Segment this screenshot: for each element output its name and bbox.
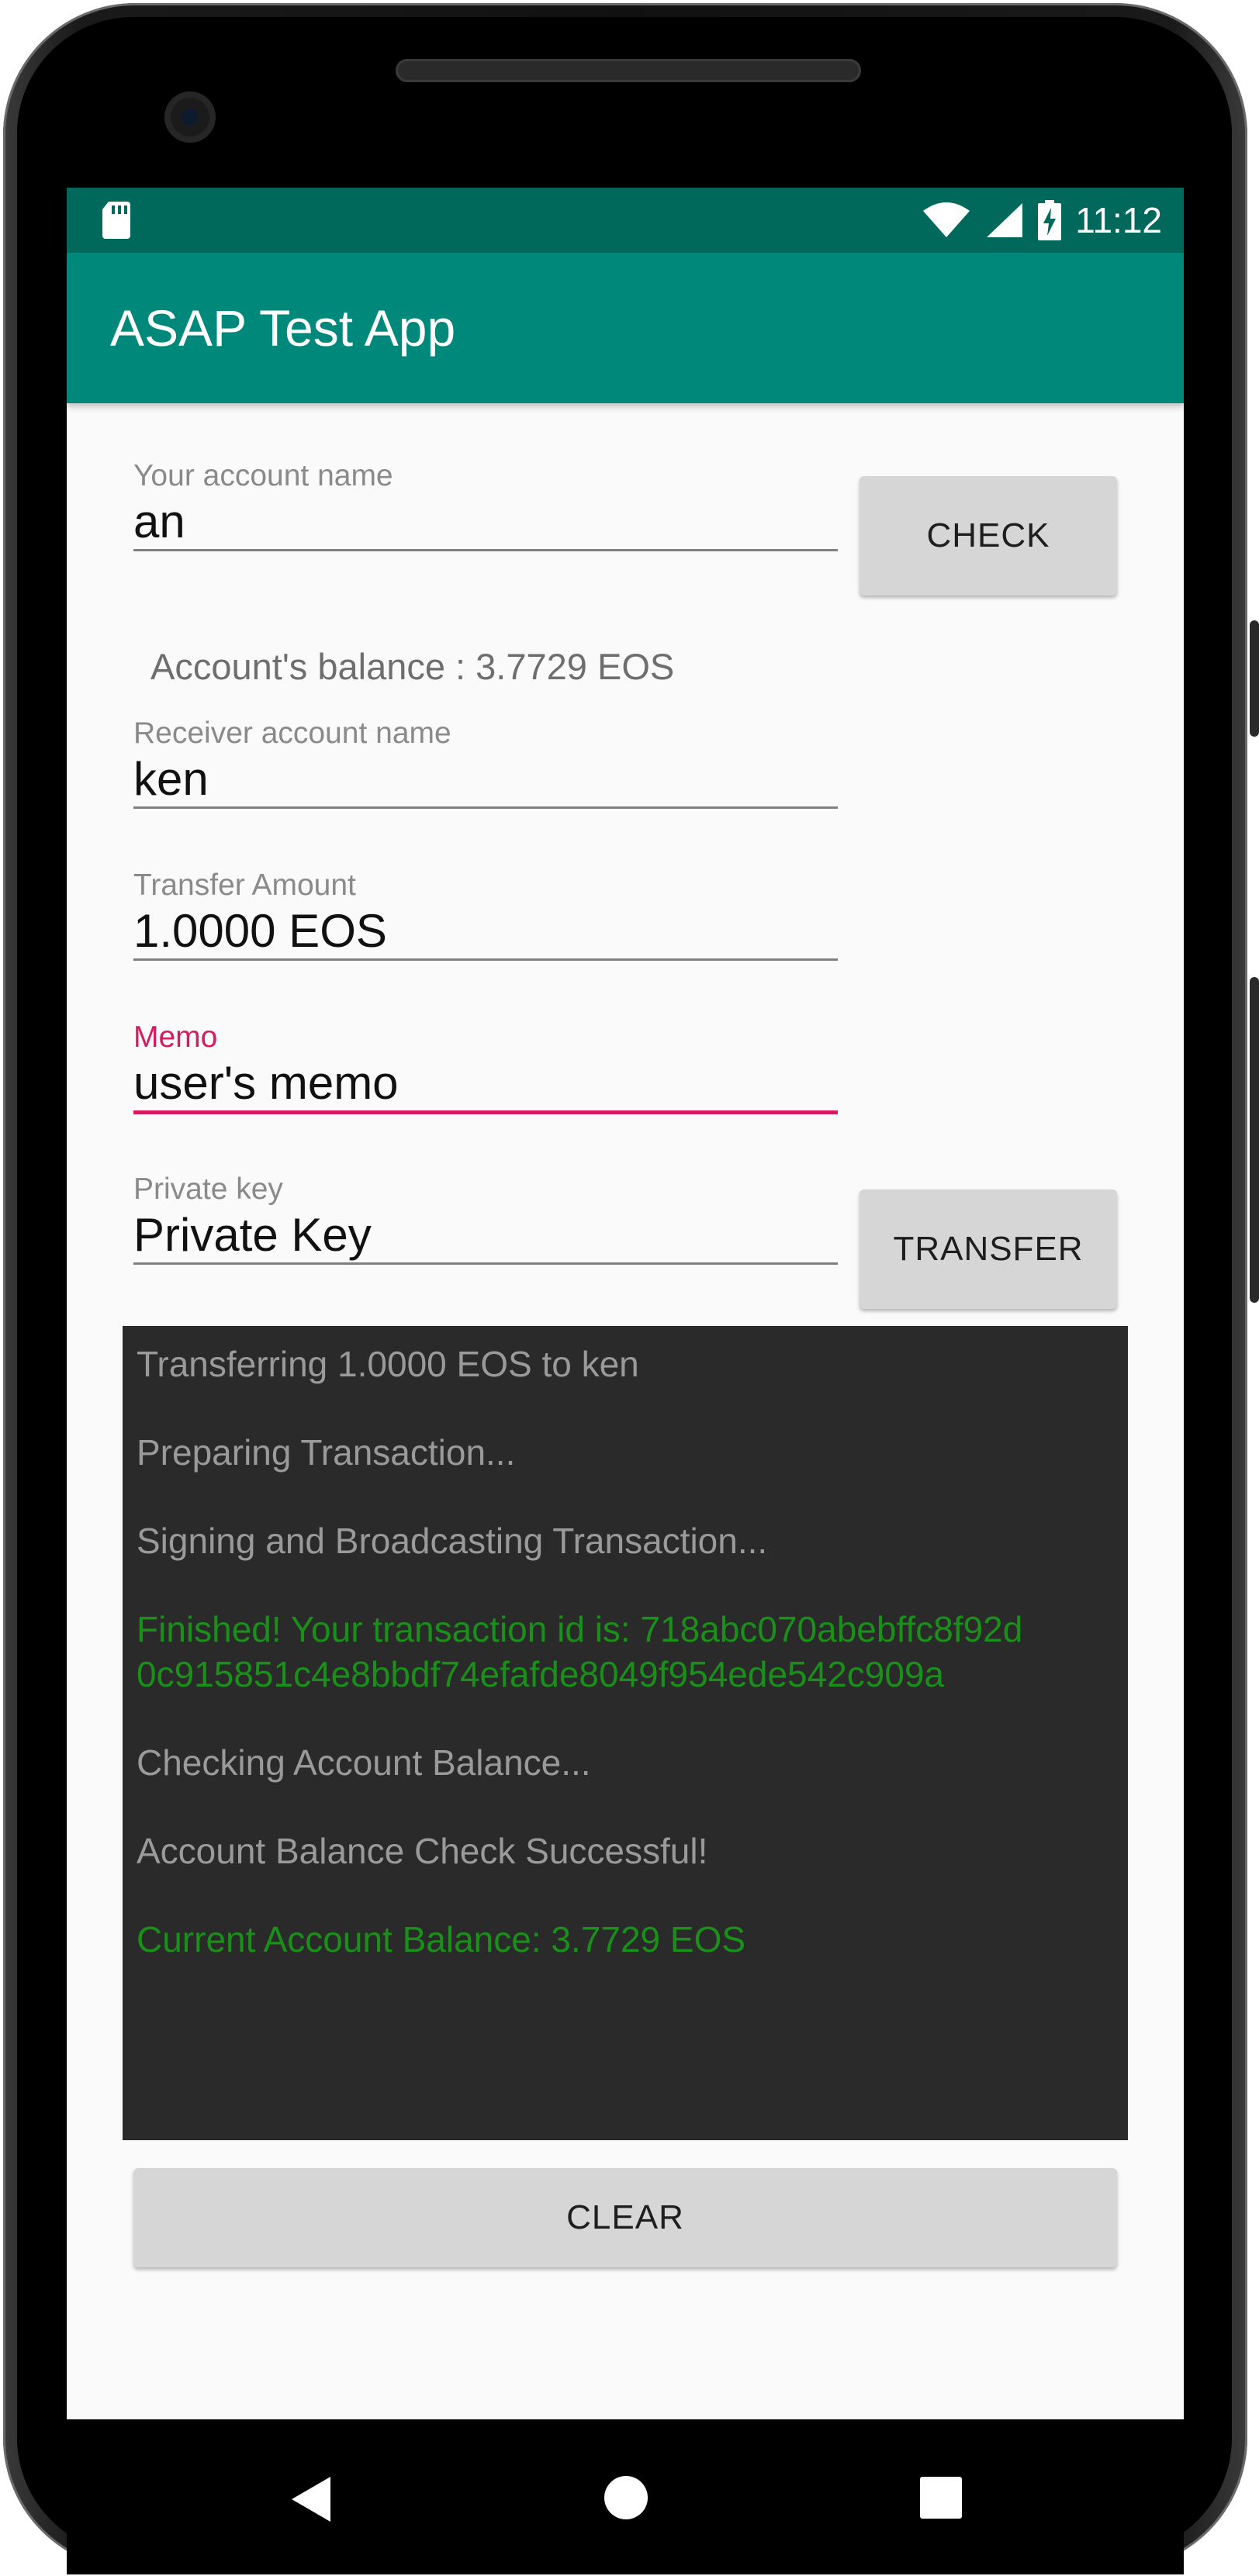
memo-field[interactable]: Memo user's memo <box>133 1020 838 1115</box>
device-screen: 11:12 ASAP Test App Your account name an… <box>67 188 1184 2419</box>
account-name-label: Your account name <box>133 459 393 492</box>
receiver-input[interactable]: ken <box>133 752 209 806</box>
wifi-icon <box>923 202 970 237</box>
log-line: Finished! Your transaction id is: 718abc… <box>137 1609 1023 1649</box>
status-time: 11:12 <box>1075 200 1162 240</box>
memo-input[interactable]: user's memo <box>133 1056 399 1110</box>
volume-rocker <box>1250 977 1259 1303</box>
private-key-field[interactable]: Private key Private Key <box>133 1172 838 1266</box>
status-bar: 11:12 <box>67 188 1184 253</box>
receiver-underline <box>133 806 838 809</box>
front-camera <box>164 92 216 143</box>
amount-underline <box>133 958 838 961</box>
receiver-field[interactable]: Receiver account name ken <box>133 717 838 810</box>
log-line: Current Account Balance: 3.7729 EOS <box>137 1919 746 1960</box>
amount-field[interactable]: Transfer Amount 1.0000 EOS <box>133 868 838 962</box>
app-title: ASAP Test App <box>110 299 456 357</box>
home-icon[interactable] <box>604 2475 649 2520</box>
log-line: Signing and Broadcasting Transaction... <box>137 1521 768 1561</box>
memo-underline <box>133 1110 838 1114</box>
private-key-label: Private key <box>133 1172 283 1206</box>
log-console: Transferring 1.0000 EOS to ken Preparing… <box>123 1326 1128 2140</box>
power-button <box>1250 620 1259 737</box>
clear-button[interactable]: CLEAR <box>133 2168 1117 2267</box>
amount-label: Transfer Amount <box>133 868 356 902</box>
account-name-field[interactable]: Your account name an <box>133 459 838 552</box>
memo-label: Memo <box>133 1020 218 1054</box>
navigation-bar <box>67 2419 1184 2574</box>
recents-icon[interactable] <box>920 2477 962 2519</box>
check-button[interactable]: CHECK <box>860 476 1117 596</box>
amount-input[interactable]: 1.0000 EOS <box>133 904 387 958</box>
sd-card-icon <box>102 202 130 239</box>
back-icon[interactable] <box>290 2475 334 2523</box>
earpiece-speaker <box>396 59 861 82</box>
private-key-underline <box>133 1262 838 1265</box>
cell-signal-icon <box>987 203 1023 237</box>
account-balance-text: Account's balance : 3.7729 EOS <box>150 646 675 687</box>
account-name-input[interactable]: an <box>133 495 185 548</box>
log-line: Preparing Transaction... <box>137 1432 516 1473</box>
account-name-underline <box>133 549 838 551</box>
log-line: Transferring 1.0000 EOS to ken <box>137 1344 639 1384</box>
log-line: Account Balance Check Successful! <box>137 1831 708 1871</box>
battery-charging-icon <box>1038 200 1062 240</box>
transfer-button[interactable]: TRANSFER <box>860 1190 1117 1309</box>
log-line: Checking Account Balance... <box>137 1742 591 1783</box>
private-key-input[interactable]: Private Key <box>133 1208 372 1262</box>
receiver-label: Receiver account name <box>133 717 451 750</box>
app-bar: ASAP Test App <box>67 253 1184 403</box>
log-line: 0c915851c4e8bbdf74efafde8049f954ede542c9… <box>137 1654 945 1694</box>
